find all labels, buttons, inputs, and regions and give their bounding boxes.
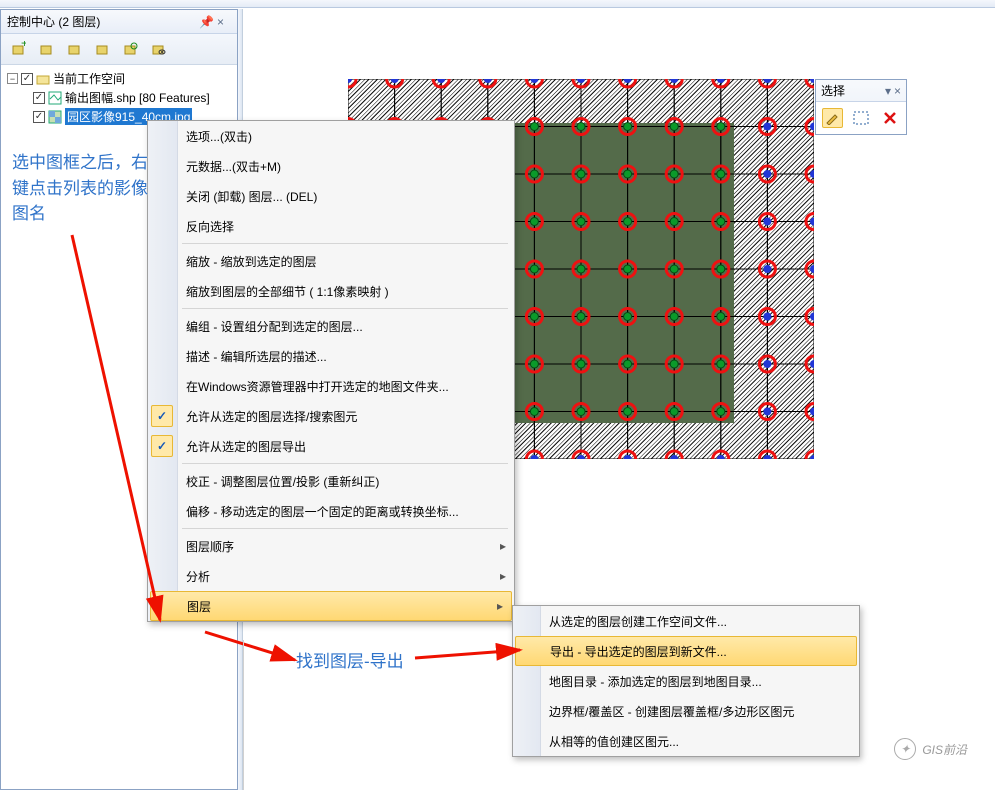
save-layer-icon[interactable]: [63, 39, 85, 59]
panel-toolbar: +: [1, 34, 237, 65]
sub-bbox-coverage[interactable]: 边界框/覆盖区 - 创建图层覆盖框/多边形区图元: [513, 696, 859, 726]
watermark: ✦ GIS前沿: [894, 738, 967, 760]
raster-layer-icon: [48, 110, 62, 124]
ctx-layer[interactable]: 图层: [150, 591, 512, 621]
annotation-2: 找到图层-导出: [296, 649, 404, 675]
panel-header: 控制中心 (2 图层) 📌 ×: [1, 10, 237, 34]
vector-layer-icon: [48, 91, 62, 105]
top-toolbar: [0, 0, 995, 8]
ctx-options[interactable]: 选项...(双击): [148, 121, 514, 151]
copy-layer-icon[interactable]: [91, 39, 113, 59]
ctx-zoom-full[interactable]: 缩放到图层的全部细节 ( 1:1像素映射 ): [148, 276, 514, 306]
checkbox[interactable]: ✓: [33, 92, 45, 104]
sub-create-areas[interactable]: 从相等的值创建区图元...: [513, 726, 859, 756]
sub-create-workspace[interactable]: 从选定的图层创建工作空间文件...: [513, 606, 859, 636]
wechat-icon: ✦: [894, 738, 916, 760]
root-label: 当前工作空间: [53, 70, 125, 87]
ctx-invert-selection[interactable]: 反向选择: [148, 211, 514, 241]
panel-title: 控制中心 (2 图层): [7, 13, 100, 30]
selection-header: 选择 ▾ ×: [816, 80, 906, 102]
add-layer-icon[interactable]: +: [7, 39, 29, 59]
collapse-icon[interactable]: −: [7, 73, 18, 84]
selection-panel: 选择 ▾ ×: [815, 79, 907, 135]
context-menu: 选项...(双击) 元数据...(双击+M) 关闭 (卸载) 图层... (DE…: [147, 120, 515, 622]
select-rect-icon[interactable]: [851, 108, 872, 128]
selection-title: 选择: [821, 82, 845, 99]
ctx-zoom-selected[interactable]: 缩放 - 缩放到选定的图层: [148, 246, 514, 276]
ctx-metadata[interactable]: 元数据...(双击+M): [148, 151, 514, 181]
layer-label: 输出图幅.shp [80 Features]: [65, 89, 210, 106]
ctx-open-explorer[interactable]: 在Windows资源管理器中打开选定的地图文件夹...: [148, 371, 514, 401]
sub-export-layer[interactable]: 导出 - 导出选定的图层到新文件...: [515, 636, 857, 666]
preview-layer-icon[interactable]: [147, 39, 169, 59]
close-icon[interactable]: ×: [894, 84, 901, 98]
divider: [243, 640, 244, 790]
checkbox[interactable]: ✓: [33, 111, 45, 123]
ctx-shift[interactable]: 偏移 - 移动选定的图层一个固定的距离或转换坐标...: [148, 496, 514, 526]
ctx-layer-order[interactable]: 图层顺序: [148, 531, 514, 561]
close-icon[interactable]: ×: [217, 15, 231, 29]
ctx-rectify[interactable]: 校正 - 调整图层位置/投影 (重新纠正): [148, 466, 514, 496]
sub-map-catalog[interactable]: 地图目录 - 添加选定的图层到地图目录...: [513, 666, 859, 696]
svg-text:+: +: [21, 41, 26, 50]
pin-icon[interactable]: 📌: [199, 15, 213, 29]
tree-root[interactable]: − ✓ 当前工作空间: [3, 69, 235, 88]
edit-selection-icon[interactable]: [822, 108, 843, 128]
clear-selection-icon[interactable]: [879, 108, 900, 128]
annotation-1: 选中图框之后，右键点击列表的影像图名: [12, 150, 152, 227]
checkbox[interactable]: ✓: [21, 73, 33, 85]
ctx-analysis[interactable]: 分析: [148, 561, 514, 591]
ctx-group[interactable]: 编组 - 设置组分配到选定的图层...: [148, 311, 514, 341]
remove-layer-icon[interactable]: [35, 39, 57, 59]
refresh-layer-icon[interactable]: [119, 39, 141, 59]
tree-layer-1[interactable]: ✓ 输出图幅.shp [80 Features]: [3, 88, 235, 107]
ctx-description[interactable]: 描述 - 编辑所选层的描述...: [148, 341, 514, 371]
ctx-close-layer[interactable]: 关闭 (卸载) 图层... (DEL): [148, 181, 514, 211]
ctx-allow-select[interactable]: ✓允许从选定的图层选择/搜索图元: [148, 401, 514, 431]
layer-submenu: 从选定的图层创建工作空间文件... 导出 - 导出选定的图层到新文件... 地图…: [512, 605, 860, 757]
dropdown-icon[interactable]: ▾: [885, 84, 891, 98]
ctx-allow-export[interactable]: ✓允许从选定的图层导出: [148, 431, 514, 461]
workspace-icon: [36, 72, 50, 86]
